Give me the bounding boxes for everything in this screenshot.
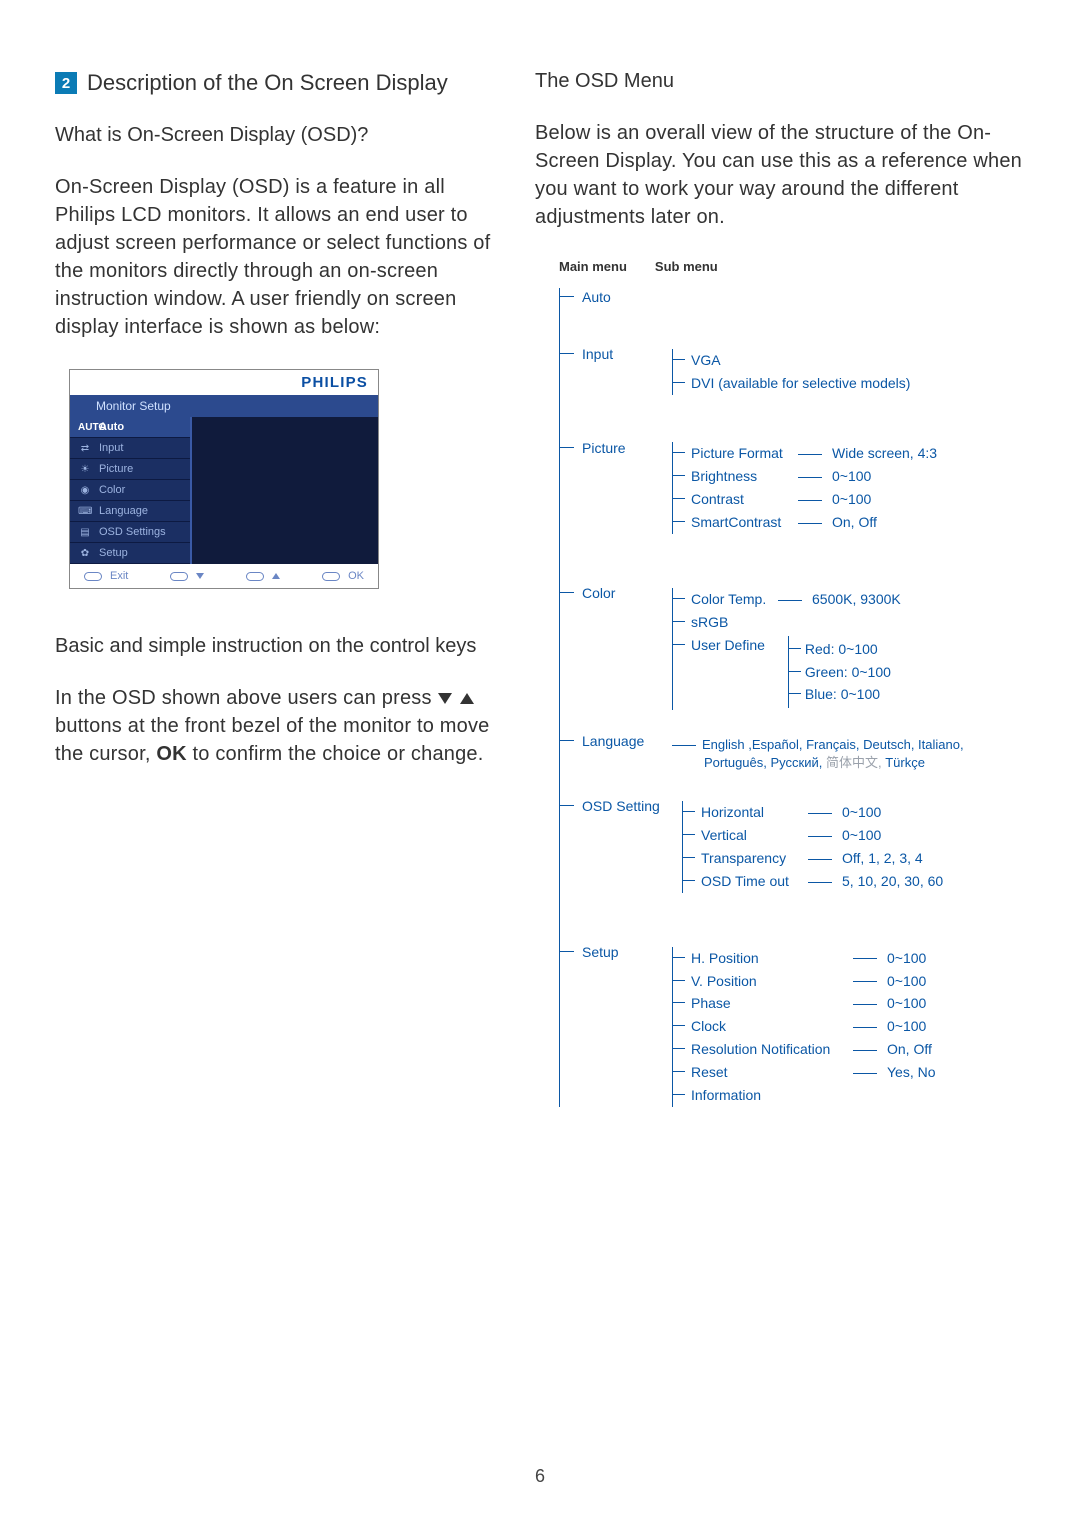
tree-osd-h: Horizontal0~100 — [683, 801, 1025, 824]
tree-userdef: User Define Red: 0~100 Green: 0~100 Blue… — [673, 634, 1025, 711]
osdsettings-icon: ▤ — [78, 527, 92, 538]
tree-picture: Picture Picture FormatWide screen, 4:3 B… — [560, 439, 1025, 534]
tree-info: Information — [673, 1084, 1025, 1107]
down-arrow-icon[interactable] — [196, 573, 204, 579]
down-button-icon — [170, 572, 188, 581]
osd-item-input[interactable]: ⇄Input — [70, 438, 190, 459]
osd-menu-heading: The OSD Menu — [535, 70, 1025, 93]
setup-icon: ✿ — [78, 548, 92, 559]
up-button-icon — [246, 572, 264, 581]
osd-description-para: On-Screen Display (OSD) is a feature in … — [55, 173, 495, 341]
auto-icon: AUTO — [78, 422, 92, 433]
up-arrow-icon[interactable] — [272, 573, 280, 579]
osd-mockup: PHILIPS Monitor Setup AUTOAuto ⇄Input ☀P… — [69, 369, 379, 589]
tree-input-dvi: DVI (available for selective models) — [673, 372, 1025, 395]
tree-auto: Auto — [560, 288, 1025, 307]
tree-red: Red: 0~100 — [789, 638, 891, 661]
tree-osd-v: Vertical0~100 — [683, 824, 1025, 847]
tree-colortemp: Color Temp.6500K, 9300K — [673, 588, 1025, 611]
exit-label[interactable]: Exit — [110, 570, 128, 582]
tree-input: Input VGA DVI (available for selective m… — [560, 345, 1025, 395]
basic-para: In the OSD shown above users can press b… — [55, 684, 495, 768]
page-number: 6 — [0, 1466, 1080, 1487]
tree-reset: ResetYes, No — [673, 1061, 1025, 1084]
tree-resnotif: Resolution NotificationOn, Off — [673, 1038, 1025, 1061]
tree-srgb: sRGB — [673, 611, 1025, 634]
osd-brand: PHILIPS — [70, 370, 378, 395]
exit-button-icon — [84, 572, 102, 581]
osd-item-language[interactable]: ⌨Language — [70, 501, 190, 522]
section-title-text: Description of the On Screen Display — [87, 70, 448, 96]
section-number-badge: 2 — [55, 72, 77, 94]
header-main: Main menu — [559, 259, 627, 274]
osd-menu: AUTOAuto ⇄Input ☀Picture ◉Color ⌨Languag… — [70, 417, 190, 564]
language-icon: ⌨ — [78, 506, 92, 517]
osd-window-title: Monitor Setup — [70, 395, 378, 417]
tree-contrast: Contrast0~100 — [673, 488, 1025, 511]
picture-icon: ☀ — [78, 464, 92, 475]
osd-item-color[interactable]: ◉Color — [70, 480, 190, 501]
up-triangle-icon — [460, 693, 474, 704]
tree-headers: Main menu Sub menu — [559, 259, 1025, 274]
osd-item-picture[interactable]: ☀Picture — [70, 459, 190, 480]
tree-osd-timeout: OSD Time out5, 10, 20, 30, 60 — [683, 870, 1025, 893]
what-is-osd-heading: What is On-Screen Display (OSD)? — [55, 124, 495, 147]
ok-button-icon — [322, 572, 340, 581]
tree-input-vga: VGA — [673, 349, 1025, 372]
down-triangle-icon — [438, 693, 452, 704]
osd-item-auto[interactable]: AUTOAuto — [70, 417, 190, 438]
osd-item-setup[interactable]: ✿Setup — [70, 543, 190, 564]
tree-clock: Clock0~100 — [673, 1015, 1025, 1038]
tree-smartcontrast: SmartContrastOn, Off — [673, 511, 1025, 534]
tree-setup: Setup H. Position0~100 V. Position0~100 … — [560, 943, 1025, 1107]
tree-language: Language English ,Español, Français, Deu… — [560, 732, 1025, 771]
osd-item-osdsettings[interactable]: ▤OSD Settings — [70, 522, 190, 543]
header-sub: Sub menu — [655, 259, 718, 274]
tree-color: Color Color Temp.6500K, 9300K sRGB User … — [560, 584, 1025, 710]
tree-green: Green: 0~100 — [789, 661, 891, 684]
color-icon: ◉ — [78, 485, 92, 496]
osd-tree: Auto Input VGA DVI (available for select… — [559, 288, 1025, 1107]
section-heading: 2 Description of the On Screen Display — [55, 70, 495, 96]
ok-label[interactable]: OK — [348, 570, 364, 582]
input-icon: ⇄ — [78, 443, 92, 454]
osd-menu-para: Below is an overall view of the structur… — [535, 119, 1025, 231]
tree-phase: Phase0~100 — [673, 992, 1025, 1015]
osd-footer: Exit OK — [70, 564, 378, 588]
tree-osd-trans: TransparencyOff, 1, 2, 3, 4 — [683, 847, 1025, 870]
tree-vpos: V. Position0~100 — [673, 970, 1025, 993]
basic-heading: Basic and simple instruction on the cont… — [55, 635, 495, 658]
tree-hpos: H. Position0~100 — [673, 947, 1025, 970]
tree-picfmt: Picture FormatWide screen, 4:3 — [673, 442, 1025, 465]
tree-brightness: Brightness0~100 — [673, 465, 1025, 488]
tree-osdsetting: OSD Setting Horizontal0~100 Vertical0~10… — [560, 797, 1025, 892]
tree-blue: Blue: 0~100 — [789, 683, 891, 706]
osd-preview-pane — [190, 417, 378, 564]
